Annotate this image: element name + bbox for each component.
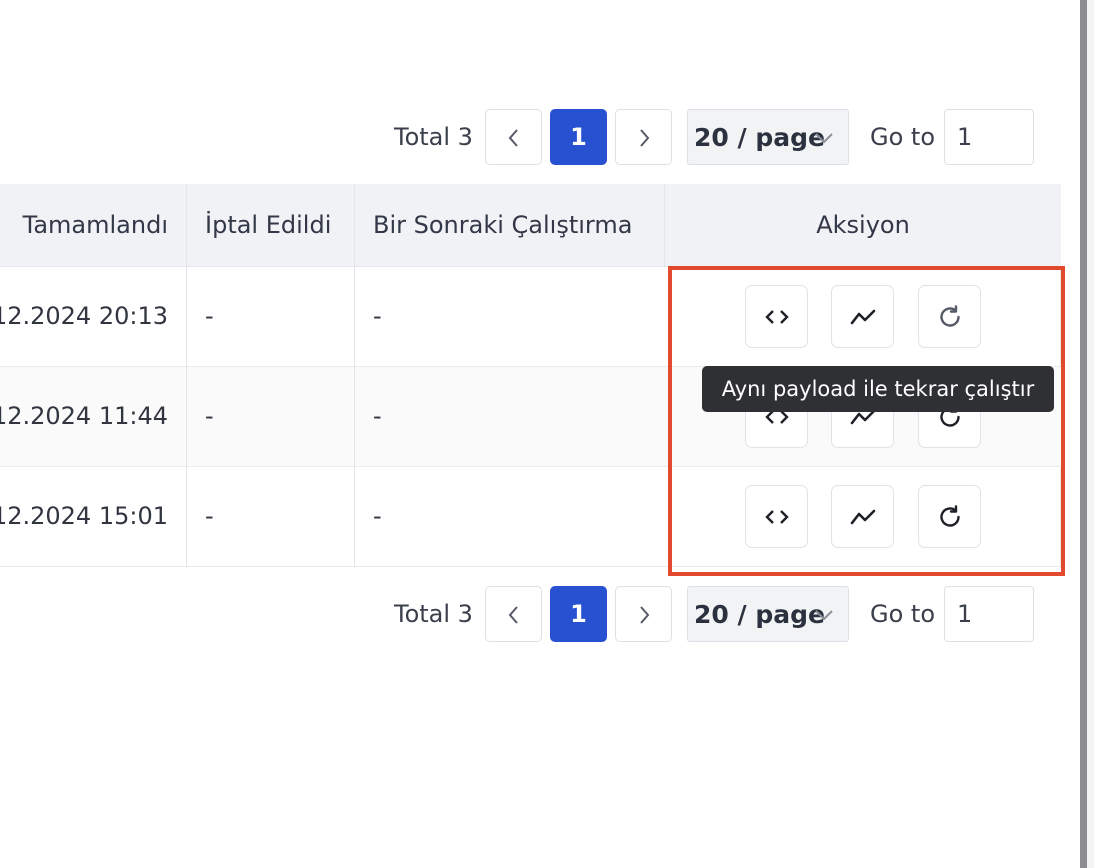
cell-completed: 13.12.2024 15:01 — [0, 502, 168, 530]
cell-cancelled: - — [205, 502, 214, 530]
total-count: Total 3 — [394, 600, 473, 628]
cell-completed: 19.12.2024 20:13 — [0, 302, 168, 330]
column-divider — [186, 184, 187, 567]
page-size-value: 20 / page — [694, 600, 825, 629]
cell-next-run: - — [373, 302, 382, 330]
header-completed: Tamamlandı — [22, 211, 168, 239]
chevron-down-icon — [815, 610, 833, 621]
chevron-down-icon — [815, 133, 833, 144]
header-next-run: Bir Sonraki Çalıştırma — [373, 211, 633, 239]
chevron-right-icon — [640, 129, 650, 147]
page-size-select[interactable]: 20 / page — [687, 586, 849, 642]
chevron-right-icon — [640, 606, 650, 624]
chevron-left-icon — [508, 129, 518, 147]
cell-completed: 17.12.2024 11:44 — [0, 402, 168, 430]
refresh-icon — [940, 305, 960, 327]
trend-line-icon — [850, 509, 876, 525]
pagination-bottom: Total 3 1 20 / page Go to — [0, 586, 1080, 644]
header-cancelled: İptal Edildi — [205, 211, 332, 239]
cell-next-run: - — [373, 402, 382, 430]
prev-page-button[interactable] — [485, 586, 542, 642]
scrollbar-thumb[interactable] — [1080, 0, 1087, 868]
table-row: 19.12.2024 20:13 - - — [0, 267, 1061, 367]
table-row: 13.12.2024 15:01 - - — [0, 467, 1061, 567]
view-payload-button[interactable] — [745, 285, 808, 348]
goto-page-input[interactable] — [944, 586, 1034, 642]
chevron-left-icon — [508, 606, 518, 624]
page-number-current[interactable]: 1 — [550, 109, 607, 165]
view-payload-button[interactable] — [745, 485, 808, 548]
column-divider — [354, 184, 355, 567]
page-number-current[interactable]: 1 — [550, 586, 607, 642]
cell-cancelled: - — [205, 302, 214, 330]
pagination-top: Total 3 1 20 / page Go to — [0, 109, 1080, 167]
page-size-select[interactable]: 20 / page — [687, 109, 849, 165]
table-header: Tamamlandı İptal Edildi Bir Sonraki Çalı… — [0, 184, 1061, 267]
code-icon — [765, 310, 789, 324]
cell-cancelled: - — [205, 402, 214, 430]
refresh-icon — [940, 505, 960, 527]
total-count: Total 3 — [394, 123, 473, 151]
cell-next-run: - — [373, 502, 382, 530]
view-trace-button[interactable] — [831, 285, 894, 348]
rerun-tooltip: Aynı payload ile tekrar çalıştır — [702, 366, 1054, 412]
page-size-value: 20 / page — [694, 123, 825, 152]
goto-page-input[interactable] — [944, 109, 1034, 165]
column-divider — [664, 184, 665, 267]
code-icon — [765, 510, 789, 524]
trend-line-icon — [850, 309, 876, 325]
next-page-button[interactable] — [615, 586, 672, 642]
next-page-button[interactable] — [615, 109, 672, 165]
view-trace-button[interactable] — [831, 485, 894, 548]
rerun-button[interactable] — [918, 485, 981, 548]
goto-label: Go to — [870, 123, 936, 151]
header-action: Aksiyon — [816, 211, 910, 239]
prev-page-button[interactable] — [485, 109, 542, 165]
goto-label: Go to — [870, 600, 936, 628]
rerun-button[interactable] — [918, 285, 981, 348]
